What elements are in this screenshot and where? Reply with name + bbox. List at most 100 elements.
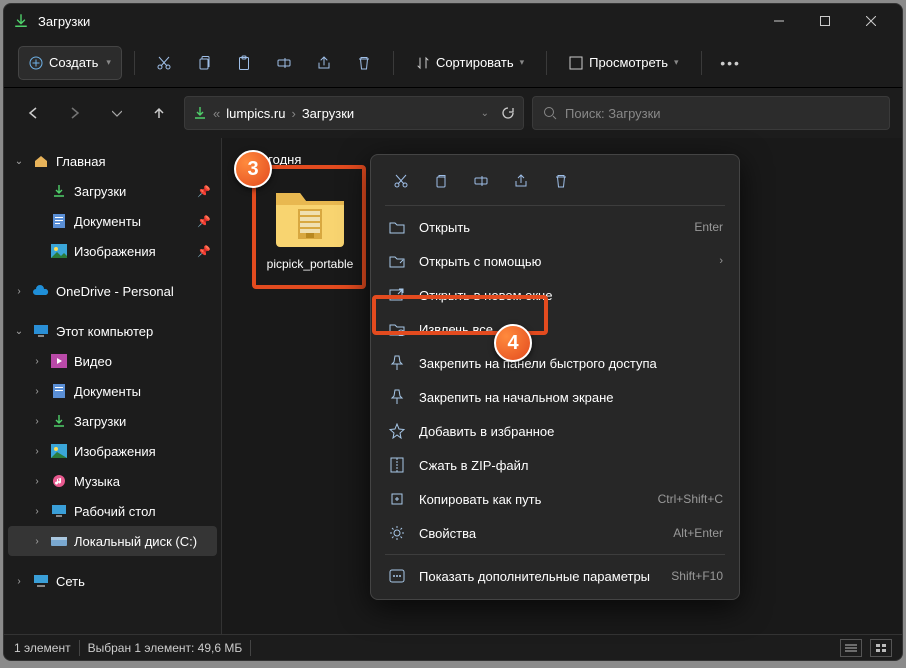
download-icon <box>50 182 68 200</box>
ctx-open[interactable]: Открыть Enter <box>377 210 733 244</box>
status-selected: Выбран 1 элемент: 49,6 МБ <box>88 641 243 655</box>
view-details-button[interactable] <box>840 639 862 657</box>
chevron-right-icon[interactable]: › <box>12 576 26 587</box>
sidebar-downloads[interactable]: Загрузки 📌 <box>8 176 217 206</box>
search-box[interactable]: Поиск: Загрузки <box>532 96 890 130</box>
sidebar: ⌄ Главная Загрузки 📌 Документы 📌 Изображ… <box>4 138 222 634</box>
ctx-zip[interactable]: Сжать в ZIP-файл <box>377 448 733 482</box>
sort-label: Сортировать <box>436 55 514 70</box>
view-button[interactable]: Просмотреть ▾ <box>559 46 688 80</box>
breadcrumb-current[interactable]: Загрузки <box>302 106 354 121</box>
view-icons-button[interactable] <box>870 639 892 657</box>
rename-button[interactable] <box>267 46 301 80</box>
ctx-extract[interactable]: Извлечь все... <box>377 312 733 346</box>
chevron-right-icon[interactable]: › <box>30 386 44 397</box>
cut-button[interactable] <box>147 46 181 80</box>
ctx-share-button[interactable] <box>503 165 539 197</box>
sidebar-network[interactable]: › Сеть <box>8 566 217 596</box>
sidebar-desktop[interactable]: › Рабочий стол <box>8 496 217 526</box>
chevron-right-icon: › <box>719 255 723 267</box>
chevron-right-icon[interactable]: › <box>30 416 44 427</box>
ctx-delete-button[interactable] <box>543 165 579 197</box>
ctx-favorite[interactable]: Добавить в избранное <box>377 414 733 448</box>
breadcrumb-root[interactable]: lumpics.ru <box>226 106 285 121</box>
recent-button[interactable] <box>100 96 134 130</box>
chevron-down-icon[interactable]: ⌄ <box>12 326 26 337</box>
chevron-right-icon[interactable]: › <box>30 356 44 367</box>
desktop-icon <box>50 502 68 520</box>
zip-icon <box>387 455 407 475</box>
create-button[interactable]: Создать ▾ <box>18 46 122 80</box>
ctx-pin-quickaccess[interactable]: Закрепить на панели быстрого доступа <box>377 346 733 380</box>
download-icon <box>50 412 68 430</box>
context-menu: Открыть Enter Открыть с помощью › Открыт… <box>370 154 740 600</box>
chevron-right-icon[interactable]: › <box>30 476 44 487</box>
app-icon <box>12 12 30 30</box>
sidebar-onedrive[interactable]: › OneDrive - Personal <box>8 276 217 306</box>
file-item[interactable]: picpick_portable <box>262 179 358 271</box>
chevron-right-icon[interactable]: › <box>30 446 44 457</box>
chevron-down-icon: ▾ <box>106 57 111 68</box>
chevron-down-icon[interactable]: ⌄ <box>12 156 26 167</box>
maximize-button[interactable] <box>802 4 848 38</box>
chevron-right-icon[interactable]: › <box>30 506 44 517</box>
ctx-openwith[interactable]: Открыть с помощью › <box>377 244 733 278</box>
chevron-right-icon: › <box>291 106 295 121</box>
paste-button[interactable] <box>227 46 261 80</box>
toolbar: Создать ▾ Сортировать ▾ Просмотреть ▾ ••… <box>4 38 902 88</box>
titlebar: Загрузки <box>4 4 902 38</box>
close-button[interactable] <box>848 4 894 38</box>
sidebar-localdisk[interactable]: › Локальный диск (C:) <box>8 526 217 556</box>
sidebar-downloads2[interactable]: › Загрузки <box>8 406 217 436</box>
content-area[interactable]: ⌄ Сегодня picpick_portable <box>222 138 902 634</box>
ctx-newwindow[interactable]: Открыть в новом окне <box>377 278 733 312</box>
sidebar-home[interactable]: ⌄ Главная <box>8 146 217 176</box>
chevron-right-icon[interactable]: › <box>30 536 44 547</box>
chevron-right-icon[interactable]: › <box>12 286 26 297</box>
status-count: 1 элемент <box>14 641 71 655</box>
extract-icon <box>387 319 407 339</box>
sidebar-documents[interactable]: Документы 📌 <box>8 206 217 236</box>
sidebar-music[interactable]: › Музыка <box>8 466 217 496</box>
explorer-window: Загрузки Создать ▾ Сортировать ▾ Просм <box>3 3 903 661</box>
ctx-rename-button[interactable] <box>463 165 499 197</box>
sidebar-pictures2[interactable]: › Изображения <box>8 436 217 466</box>
search-icon <box>543 106 557 120</box>
document-icon <box>50 212 68 230</box>
pin-icon <box>387 353 407 373</box>
sidebar-pictures[interactable]: Изображения 📌 <box>8 236 217 266</box>
cloud-icon <box>32 282 50 300</box>
sidebar-documents2[interactable]: › Документы <box>8 376 217 406</box>
ctx-copy-button[interactable] <box>423 165 459 197</box>
annotation-badge-4: 4 <box>494 324 532 362</box>
more-icon <box>387 566 407 586</box>
gear-icon <box>387 523 407 543</box>
sort-button[interactable]: Сортировать ▾ <box>406 46 534 80</box>
address-bar[interactable]: « lumpics.ru › Загрузки ⌄ <box>184 96 524 130</box>
zip-folder-icon <box>270 179 350 251</box>
chevron-down-icon: ▾ <box>674 57 679 68</box>
more-button[interactable]: ••• <box>714 46 748 80</box>
music-icon <box>50 472 68 490</box>
delete-button[interactable] <box>347 46 381 80</box>
sidebar-video[interactable]: › Видео <box>8 346 217 376</box>
ctx-copypath[interactable]: Копировать как путь Ctrl+Shift+C <box>377 482 733 516</box>
pin-icon <box>387 387 407 407</box>
ctx-pin-start[interactable]: Закрепить на начальном экране <box>377 380 733 414</box>
refresh-button[interactable] <box>501 106 515 120</box>
newwindow-icon <box>387 285 407 305</box>
minimize-button[interactable] <box>756 4 802 38</box>
file-name: picpick_portable <box>262 257 358 271</box>
forward-button[interactable] <box>58 96 92 130</box>
ctx-cut-button[interactable] <box>383 165 419 197</box>
chevron-down-icon[interactable]: ⌄ <box>481 108 489 119</box>
copy-button[interactable] <box>187 46 221 80</box>
up-button[interactable] <box>142 96 176 130</box>
back-button[interactable] <box>16 96 50 130</box>
sidebar-thispc[interactable]: ⌄ Этот компьютер <box>8 316 217 346</box>
create-label: Создать <box>49 55 98 70</box>
ctx-properties[interactable]: Свойства Alt+Enter <box>377 516 733 550</box>
document-icon <box>50 382 68 400</box>
share-button[interactable] <box>307 46 341 80</box>
ctx-more-options[interactable]: Показать дополнительные параметры Shift+… <box>377 559 733 593</box>
